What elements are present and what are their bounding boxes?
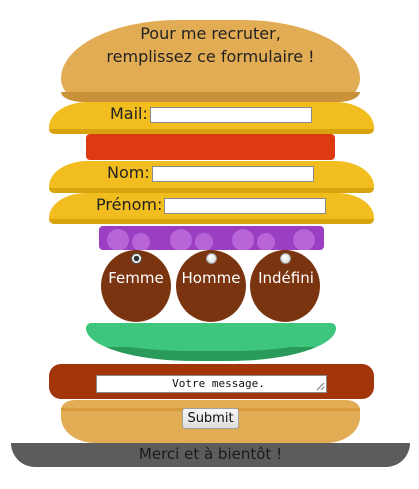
radio-indefini[interactable] (280, 253, 291, 264)
nom-label: Nom: (107, 163, 150, 182)
mail-label: Mail: (110, 104, 148, 123)
radio-femme[interactable] (131, 253, 142, 264)
radio-label-homme: Homme (181, 269, 241, 287)
thanks-message: Merci et à bientôt ! (138, 445, 283, 463)
title-line-1: Pour me recruter, (140, 24, 281, 43)
form-title: Pour me recruter, remplissez ce formulai… (61, 22, 360, 68)
prenom-label: Prénom: (96, 195, 163, 214)
message-textarea[interactable]: Votre message. (96, 375, 327, 393)
tomato-layer (86, 134, 335, 160)
message-placeholder: Votre message. (172, 377, 265, 390)
lettuce-layer (86, 323, 336, 361)
submit-button[interactable]: Submit (182, 408, 239, 429)
resize-grip-icon[interactable] (316, 382, 325, 391)
title-line-2: remplissez ce formulaire ! (106, 47, 315, 66)
radio-label-indefini: Indéfini (258, 269, 314, 287)
radio-homme[interactable] (206, 253, 217, 264)
top-bun-shade (61, 92, 360, 102)
radio-label-femme: Femme (108, 269, 164, 287)
prenom-field[interactable] (164, 198, 326, 214)
onion-layer (99, 226, 324, 250)
nom-field[interactable] (152, 166, 314, 182)
mail-field[interactable] (150, 107, 312, 123)
